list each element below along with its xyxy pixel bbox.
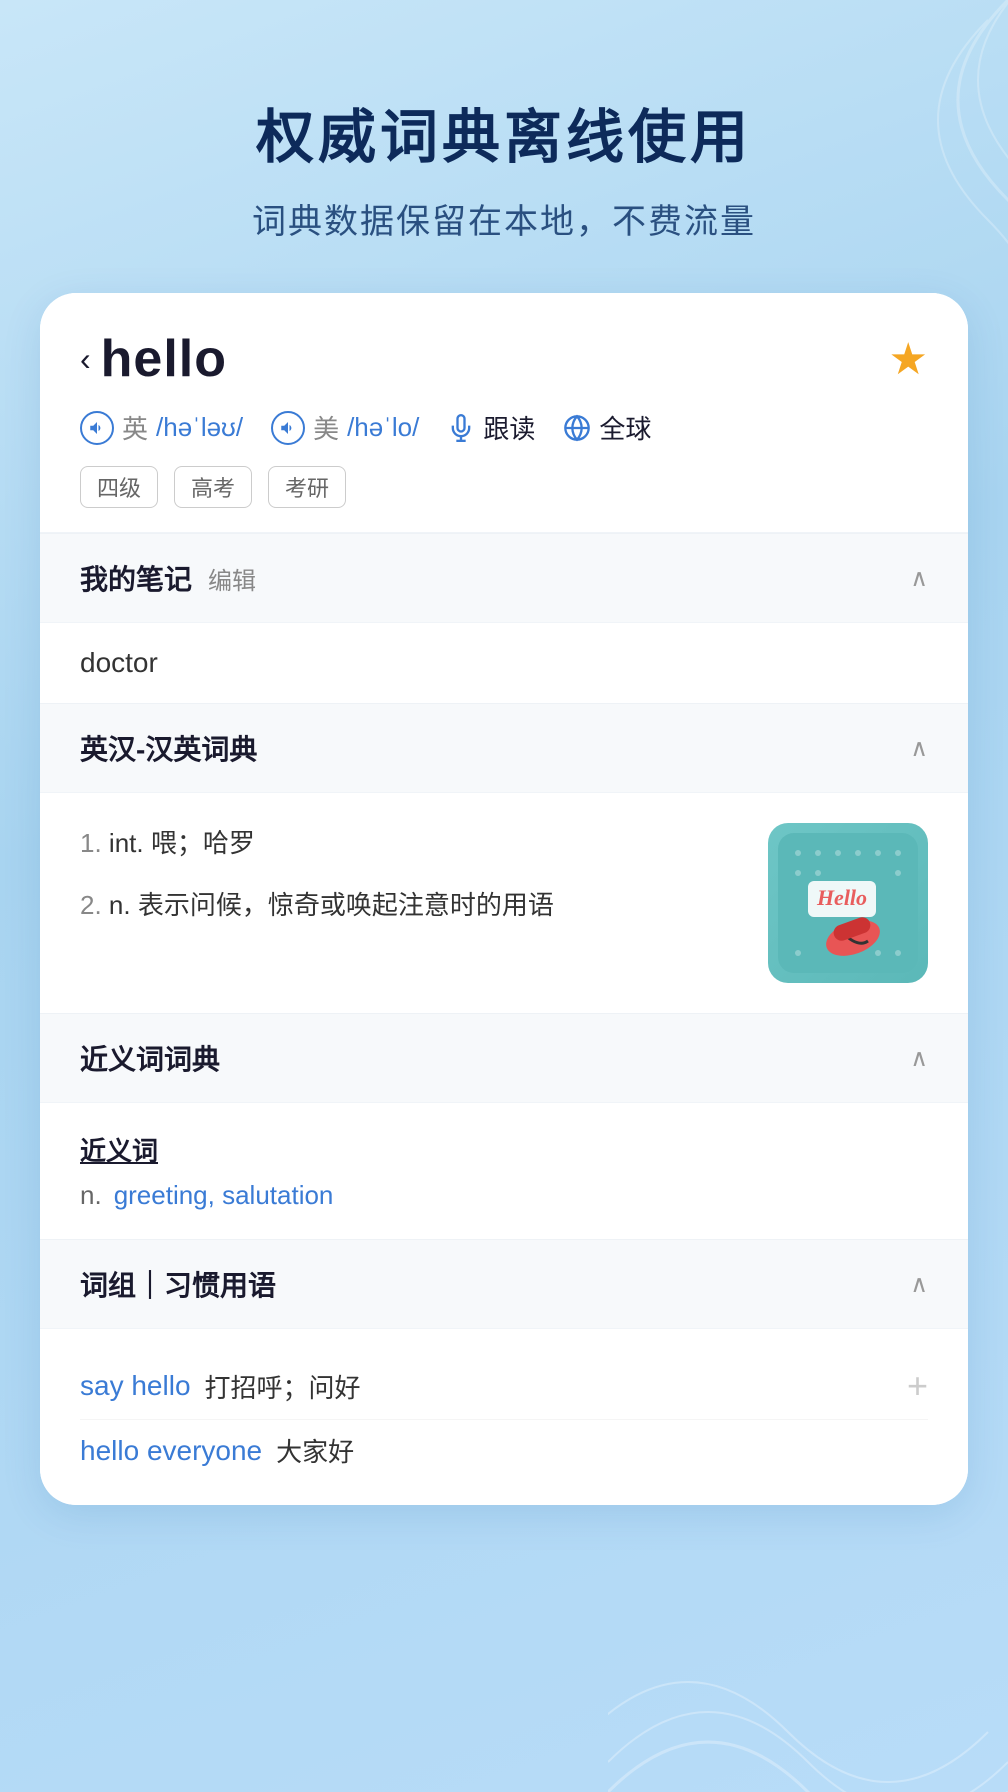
- bookmark-star-icon[interactable]: ★: [889, 334, 928, 385]
- phrases-title: 词组｜习惯用语: [80, 1264, 276, 1304]
- word-back[interactable]: ‹ hello: [80, 329, 227, 389]
- global-label: 全球: [599, 409, 651, 446]
- notes-title-row: 我的笔记 编辑: [80, 558, 256, 598]
- phrase-word-1[interactable]: say hello: [80, 1370, 191, 1402]
- follow-read-button[interactable]: 跟读: [447, 409, 535, 446]
- dictionary-collapse-icon[interactable]: ∧: [910, 734, 928, 763]
- phrase-item-1: say hello 打招呼；问好 +: [80, 1353, 928, 1420]
- synonyms-title: 近义词词典: [80, 1038, 220, 1078]
- def-number-2: 2.: [80, 890, 102, 920]
- definitions-list: 1. int. 喂；哈罗 2. n. 表示问候，惊奇或唤起注意时的用语: [80, 823, 748, 946]
- notes-collapse-icon[interactable]: ∧: [910, 564, 928, 593]
- header-title: 权威词典离线使用: [60, 90, 948, 174]
- phrase-meaning-1: 打招呼；问好: [205, 1368, 361, 1405]
- notes-edit-button[interactable]: 编辑: [208, 561, 256, 596]
- tag-gaokao: 高考: [174, 466, 252, 508]
- def-number-1: 1.: [80, 828, 102, 858]
- def-content-1: int. 喂；哈罗: [109, 828, 255, 858]
- hello-illustration: Hello: [768, 823, 928, 983]
- phrase-left-1: say hello 打招呼；问好: [80, 1368, 361, 1405]
- header-section: 权威词典离线使用 词典数据保留在本地，不费流量: [0, 0, 1008, 293]
- synonym-words: greeting, salutation: [114, 1180, 334, 1211]
- notes-section-header: 我的笔记 编辑 ∧: [40, 533, 968, 622]
- phrase-item-2: hello everyone 大家好: [80, 1420, 928, 1481]
- synonym-row: n. greeting, salutation: [80, 1180, 928, 1211]
- synonyms-collapse-icon[interactable]: ∧: [910, 1044, 928, 1073]
- word-row: ‹ hello ★: [80, 329, 928, 389]
- tag-kaoyan: 考研: [268, 466, 346, 508]
- phrase-add-icon-1[interactable]: +: [907, 1365, 928, 1407]
- word-display: hello: [101, 329, 227, 389]
- notes-content: doctor: [40, 622, 968, 703]
- british-ipa: /həˈləʊ/: [156, 412, 243, 443]
- def-content-2: n. 表示问候，惊奇或唤起注意时的用语: [109, 890, 554, 920]
- hello-telephone-svg: Hello: [778, 833, 918, 973]
- note-text: doctor: [80, 647, 158, 678]
- phrases-content: say hello 打招呼；问好 + hello everyone 大家好: [40, 1328, 968, 1505]
- tags-row: 四级 高考 考研: [80, 466, 928, 508]
- synonyms-section-header: 近义词词典 ∧: [40, 1013, 968, 1102]
- british-phonetic[interactable]: 英 /həˈləʊ/: [80, 409, 243, 446]
- tag-cet4: 四级: [80, 466, 158, 508]
- header-subtitle: 词典数据保留在本地，不费流量: [60, 194, 948, 243]
- american-audio-icon[interactable]: [271, 411, 305, 445]
- british-label: 英: [122, 409, 148, 446]
- word-header: ‹ hello ★ 英 /həˈləʊ/: [40, 293, 968, 533]
- phrase-word-2[interactable]: hello everyone: [80, 1435, 262, 1467]
- svg-text:Hello: Hello: [816, 885, 867, 910]
- dictionary-section-header: 英汉-汉英词典 ∧: [40, 703, 968, 792]
- american-ipa: /həˈlo/: [347, 412, 419, 443]
- definition-text-2: 2. n. 表示问候，惊奇或唤起注意时的用语: [80, 890, 554, 920]
- phonetics-row: 英 /həˈləʊ/ 美 /həˈlo/: [80, 409, 928, 446]
- dictionary-title: 英汉-汉英词典: [80, 728, 257, 768]
- synonym-pos: n.: [80, 1180, 102, 1211]
- phrases-section-header: 词组｜习惯用语 ∧: [40, 1239, 968, 1328]
- synonyms-content: 近义词 n. greeting, salutation: [40, 1102, 968, 1239]
- definition-item-1: 1. int. 喂；哈罗: [80, 823, 748, 865]
- phrase-meaning-2: 大家好: [276, 1432, 354, 1469]
- american-phonetic[interactable]: 美 /həˈlo/: [271, 409, 419, 446]
- dictionary-content: 1. int. 喂；哈罗 2. n. 表示问候，惊奇或唤起注意时的用语: [40, 792, 968, 1013]
- definition-text-1: 1. int. 喂；哈罗: [80, 828, 255, 858]
- back-chevron-icon[interactable]: ‹: [80, 341, 91, 378]
- follow-read-label: 跟读: [483, 409, 535, 446]
- global-button[interactable]: 全球: [563, 409, 651, 446]
- phrases-collapse-icon[interactable]: ∧: [910, 1270, 928, 1299]
- notes-title: 我的笔记: [80, 558, 192, 598]
- definition-item-2: 2. n. 表示问候，惊奇或唤起注意时的用语: [80, 885, 748, 927]
- british-audio-icon[interactable]: [80, 411, 114, 445]
- american-label: 美: [313, 409, 339, 446]
- phrase-left-2: hello everyone 大家好: [80, 1432, 354, 1469]
- dictionary-card: ‹ hello ★ 英 /həˈləʊ/: [40, 293, 968, 1505]
- synonym-section-label: 近义词: [80, 1131, 928, 1168]
